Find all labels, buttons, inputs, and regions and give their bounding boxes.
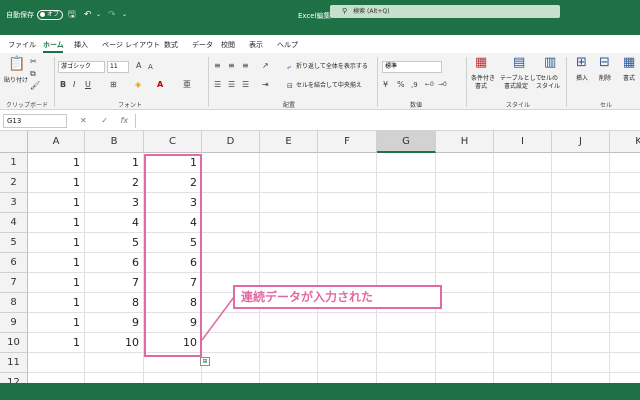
callout-leader-line	[201, 296, 235, 341]
callout-annotation: 連続データが入力された	[233, 285, 442, 309]
status-bar	[0, 383, 640, 400]
